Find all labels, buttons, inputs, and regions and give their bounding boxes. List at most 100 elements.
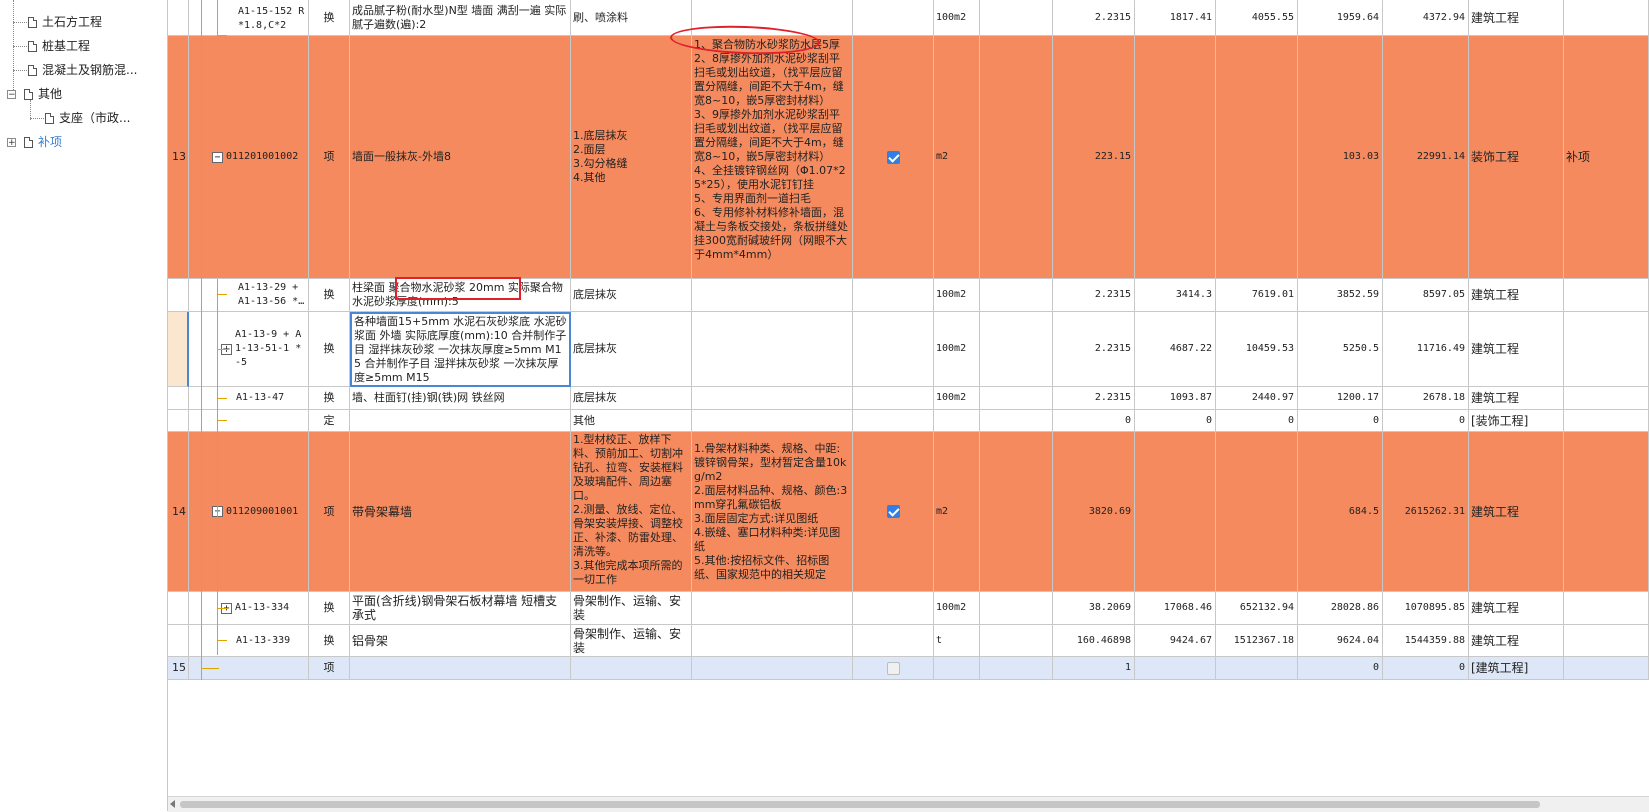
value-cell: 9624.04 [1298,625,1383,657]
quantity-cell[interactable]: 2.2315 [1053,312,1135,387]
name-cell[interactable]: 成品腻子粉(耐水型)N型 墙面 满刮一遍 实际腻子遍数(遍):2 [350,0,571,36]
category-cell[interactable]: 装饰工程 [1469,36,1564,279]
value-cell: 3852.59 [1298,279,1383,312]
unit-cell[interactable]: 100m2 [934,312,980,387]
content-cell[interactable]: 1.骨架材料种类、规格、中距:镀锌钢骨架，型材暂定含量10kg/m2 2.面层材… [694,442,850,582]
feature-cell[interactable]: 1.底层抹灰 2.面层 3.勾分格缝 4.其他 [573,129,628,185]
check-cell [853,36,934,279]
name-cell[interactable]: 墙面一般抹灰-外墙8 [350,36,571,279]
extra-cell[interactable]: 补项 [1564,36,1649,279]
content-cell[interactable] [692,410,853,432]
horizontal-scrollbar[interactable] [168,796,1649,812]
code-cell[interactable]: + A1-13-334 [189,592,309,625]
category-cell[interactable]: 建筑工程 [1469,279,1564,312]
feature-cell[interactable]: 底层抹灰 [571,387,692,410]
type-cell[interactable]: 换 [309,625,350,657]
quantity-cell[interactable]: 0 [1053,410,1135,432]
type-cell[interactable]: 项 [309,36,350,279]
category-cell[interactable]: 建筑工程 [1469,387,1564,410]
type-cell[interactable]: 换 [309,0,350,36]
content-cell[interactable]: 1、聚合物防水砂浆防水层5厚 2、8厚掺外加剂水泥砂浆刮平扫毛或划出纹道，（找平… [694,38,850,262]
code-cell[interactable]: A1-13-47 [189,387,309,410]
tree-item-pile-foundation[interactable]: 桩基工程 [28,36,90,56]
type-cell[interactable]: 换 [309,312,350,387]
type-cell[interactable]: 项 [309,432,350,592]
tree-item-supplement[interactable]: + 补项 [7,132,62,152]
value-cell: 2440.97 [1216,387,1298,410]
scrollbar-thumb[interactable] [180,801,1540,808]
collapse-icon[interactable]: − [7,90,16,100]
category-cell[interactable]: 建筑工程 [1469,592,1564,625]
feature-cell[interactable]: 底层抹灰 [571,312,692,387]
checkbox-checked[interactable] [886,505,900,518]
code-cell[interactable]: + A1-13-9 + A1-13-51-1 * -5 [189,312,309,387]
type-cell[interactable]: 定 [309,410,350,432]
category-cell[interactable]: 建筑工程 [1469,0,1564,36]
code-cell[interactable] [189,410,309,432]
unit-cell[interactable] [934,657,980,680]
unit-cell[interactable] [934,410,980,432]
quantity-cell[interactable]: 3820.69 [1053,432,1135,592]
collapse-icon[interactable]: − [212,151,223,163]
feature-cell[interactable] [571,657,692,680]
unit-cell[interactable]: m2 [934,432,980,592]
unit-cell[interactable]: 100m2 [934,592,980,625]
code-cell[interactable]: A1-13-29 + A1-13-56 *… [189,279,309,312]
content-cell[interactable] [692,312,853,387]
category-cell[interactable]: [装饰工程] [1469,410,1564,432]
expand-icon[interactable]: + [7,138,16,148]
tree-item-support[interactable]: 支座（市政... [45,108,130,128]
code-cell[interactable]: −011209001001 [189,432,309,592]
type-cell[interactable]: 换 [309,387,350,410]
content-cell[interactable] [692,592,853,625]
tree-item-other[interactable]: − 其他 [7,84,62,104]
category-cell[interactable]: 建筑工程 [1469,625,1564,657]
quantity-cell[interactable]: 38.2069 [1053,592,1135,625]
feature-cell[interactable]: 骨架制作、运输、安装 [571,625,692,657]
feature-cell[interactable]: 其他 [571,410,692,432]
feature-cell[interactable]: 1.型材校正、放样下料、预前加工、切割冲钻孔、拉弯、安装框料及玻璃配件、周边塞口… [573,433,689,587]
scroll-left-icon[interactable] [170,800,175,808]
code-cell[interactable]: A1-13-339 [189,625,309,657]
name-cell[interactable] [350,410,571,432]
quantity-cell[interactable]: 223.15 [1053,36,1135,279]
category-cell[interactable]: 建筑工程 [1469,432,1564,592]
unit-cell[interactable]: t [934,625,980,657]
content-cell[interactable] [692,625,853,657]
unit-cell[interactable]: 100m2 [934,0,980,36]
quantity-cell[interactable]: 160.46898 [1053,625,1135,657]
row-number [168,410,189,432]
type-cell[interactable]: 换 [309,279,350,312]
content-cell[interactable] [692,279,853,312]
code-cell[interactable]: −011201001002 [189,36,309,279]
name-cell[interactable] [350,657,571,680]
checkbox-checked[interactable] [886,150,900,164]
code-cell[interactable]: A1-15-152 R*1.8,C*2 [189,0,309,36]
content-cell[interactable] [692,657,853,680]
feature-cell[interactable]: 骨架制作、运输、安装 [571,592,692,625]
quantity-cell[interactable]: 2.2315 [1053,0,1135,36]
category-cell[interactable]: [建筑工程] [1469,657,1564,680]
checkbox-unchecked[interactable] [886,661,900,675]
name-cell[interactable]: 铝骨架 [350,625,571,657]
type-cell[interactable]: 换 [309,592,350,625]
name-cell[interactable]: 平面(含折线)钢骨架石板材幕墙 短槽支承式 [350,592,571,625]
content-cell[interactable] [692,387,853,410]
quantity-cell[interactable]: 2.2315 [1053,387,1135,410]
empty-grid-area [168,680,1649,796]
name-cell-editing[interactable]: 各种墙面15+5mm 水泥石灰砂浆底 水泥砂浆面 外墙 实际底厚度(mm):10… [350,312,571,387]
category-cell[interactable]: 建筑工程 [1469,312,1564,387]
quantity-cell[interactable]: 1 [1053,657,1135,680]
unit-cell[interactable]: 100m2 [934,387,980,410]
feature-cell[interactable]: 刷、喷涂料 [571,0,692,36]
type-cell[interactable]: 项 [309,657,350,680]
feature-cell[interactable]: 底层抹灰 [571,279,692,312]
tree-item-earthwork[interactable]: 土石方工程 [28,12,102,32]
unit-cell[interactable]: m2 [934,36,980,279]
tree-item-concrete[interactable]: 混凝土及钢筋混... [28,60,137,80]
quantity-cell[interactable]: 2.2315 [1053,279,1135,312]
unit-cell[interactable]: 100m2 [934,279,980,312]
document-icon [45,113,54,124]
name-cell[interactable]: 墙、柱面钉(挂)钢(铁)网 铁丝网 [350,387,571,410]
name-cell[interactable]: 带骨架幕墙 [350,432,571,592]
